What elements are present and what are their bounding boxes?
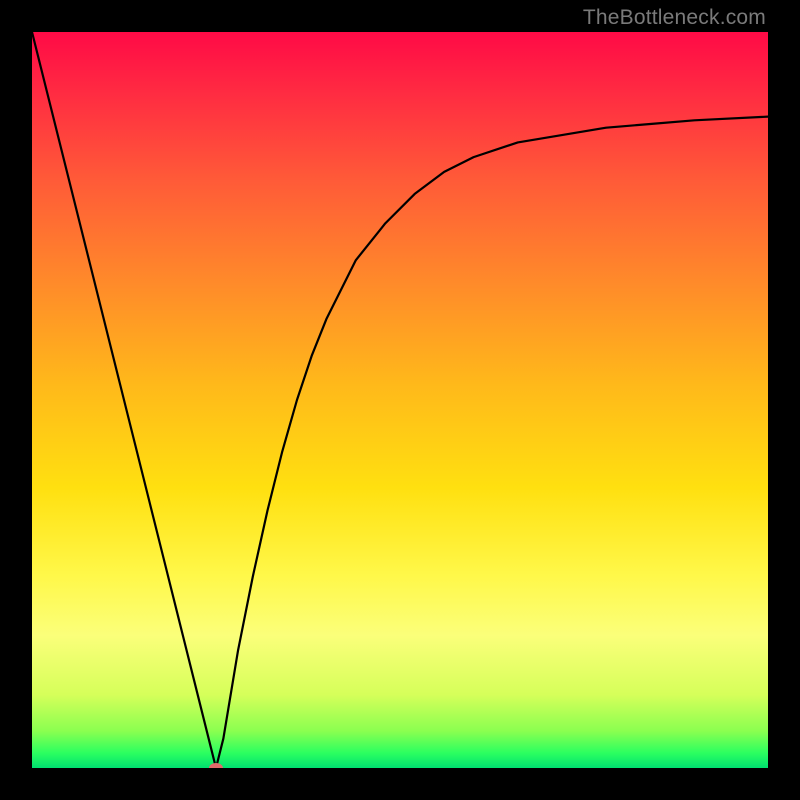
curve-svg [32,32,768,768]
min-marker-dot [209,763,223,768]
curve-path [32,32,768,768]
watermark-text: TheBottleneck.com [583,6,766,30]
plot-area [32,32,768,768]
chart-frame: TheBottleneck.com [0,0,800,800]
